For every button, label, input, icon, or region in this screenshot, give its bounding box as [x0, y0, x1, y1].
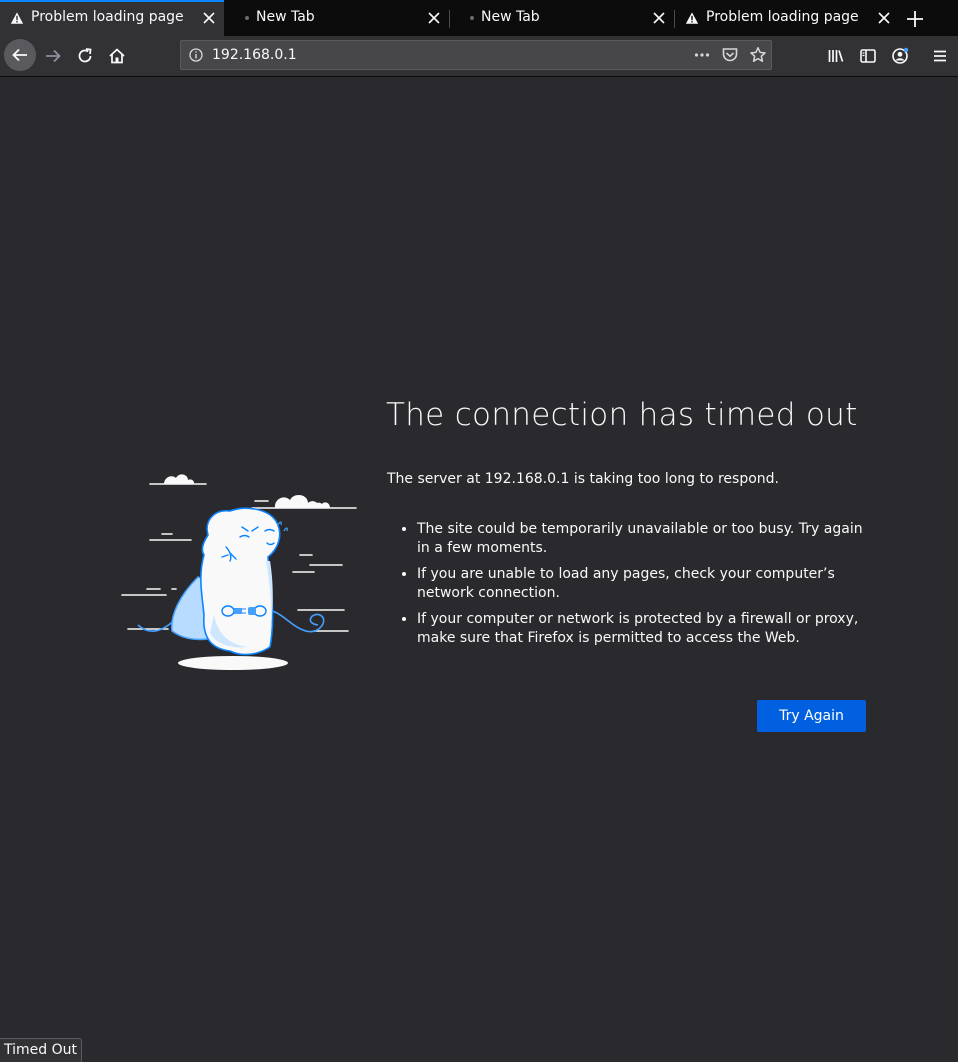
- page-content: The connection has timed out The server …: [0, 77, 958, 1062]
- navigation-toolbar: 192.168.0.1: [0, 36, 958, 77]
- error-title: The connection has timed out: [386, 397, 858, 433]
- menu-button[interactable]: [926, 42, 954, 70]
- timed-out-dinosaur-illustration: [121, 474, 357, 670]
- account-button[interactable]: [886, 42, 914, 70]
- account-icon: [892, 47, 909, 64]
- tab-new-tab-1[interactable]: New Tab: [225, 0, 449, 36]
- error-description: The server at 192.168.0.1 is taking too …: [387, 471, 779, 487]
- pocket-icon[interactable]: [721, 46, 739, 64]
- warning-icon: [685, 12, 699, 24]
- loading-dot-icon: [470, 16, 474, 20]
- back-arrow-icon: [12, 48, 27, 62]
- try-again-button[interactable]: Try Again: [757, 700, 866, 732]
- home-button[interactable]: [103, 42, 131, 70]
- list-item: If your computer or network is protected…: [417, 610, 877, 648]
- tab-problem-loading-page-2[interactable]: Problem loading page: [675, 0, 899, 36]
- bookmark-star-icon[interactable]: [749, 46, 767, 64]
- close-tab-icon[interactable]: [652, 11, 666, 25]
- new-tab-icon[interactable]: [904, 8, 926, 30]
- tab-label: Problem loading page: [706, 9, 859, 25]
- page-actions-icon[interactable]: [693, 46, 711, 64]
- tab-strip: Problem loading page New Tab New Tab Pro…: [0, 0, 958, 36]
- sidebar-icon: [860, 49, 876, 63]
- reload-button[interactable]: [71, 42, 99, 70]
- tab-label: New Tab: [256, 9, 315, 25]
- library-button[interactable]: [822, 42, 850, 70]
- url-input[interactable]: 192.168.0.1: [212, 47, 297, 63]
- close-tab-icon[interactable]: [202, 11, 216, 25]
- loading-dot-icon: [245, 16, 249, 20]
- tab-problem-loading-page-1[interactable]: Problem loading page: [0, 0, 224, 36]
- reload-icon: [78, 48, 92, 63]
- hamburger-menu-icon: [934, 50, 946, 62]
- error-suggestions-list: The site could be temporarily unavailabl…: [387, 520, 877, 655]
- tab-label: Problem loading page: [31, 9, 184, 25]
- home-icon: [109, 48, 125, 64]
- warning-icon: [10, 12, 24, 24]
- list-item: The site could be temporarily unavailabl…: [417, 520, 877, 558]
- sidebar-toggle-button[interactable]: [854, 42, 882, 70]
- url-bar[interactable]: 192.168.0.1: [180, 40, 772, 70]
- close-tab-icon[interactable]: [877, 11, 891, 25]
- library-icon: [828, 50, 844, 62]
- tab-label: New Tab: [481, 9, 540, 25]
- forward-button[interactable]: [39, 42, 67, 70]
- status-panel: Timed Out: [0, 1038, 82, 1062]
- info-icon[interactable]: [189, 48, 203, 62]
- forward-arrow-icon: [46, 49, 61, 63]
- close-tab-icon[interactable]: [427, 11, 441, 25]
- tab-new-tab-2[interactable]: New Tab: [450, 0, 674, 36]
- list-item: If you are unable to load any pages, che…: [417, 565, 877, 603]
- back-button[interactable]: [4, 39, 36, 71]
